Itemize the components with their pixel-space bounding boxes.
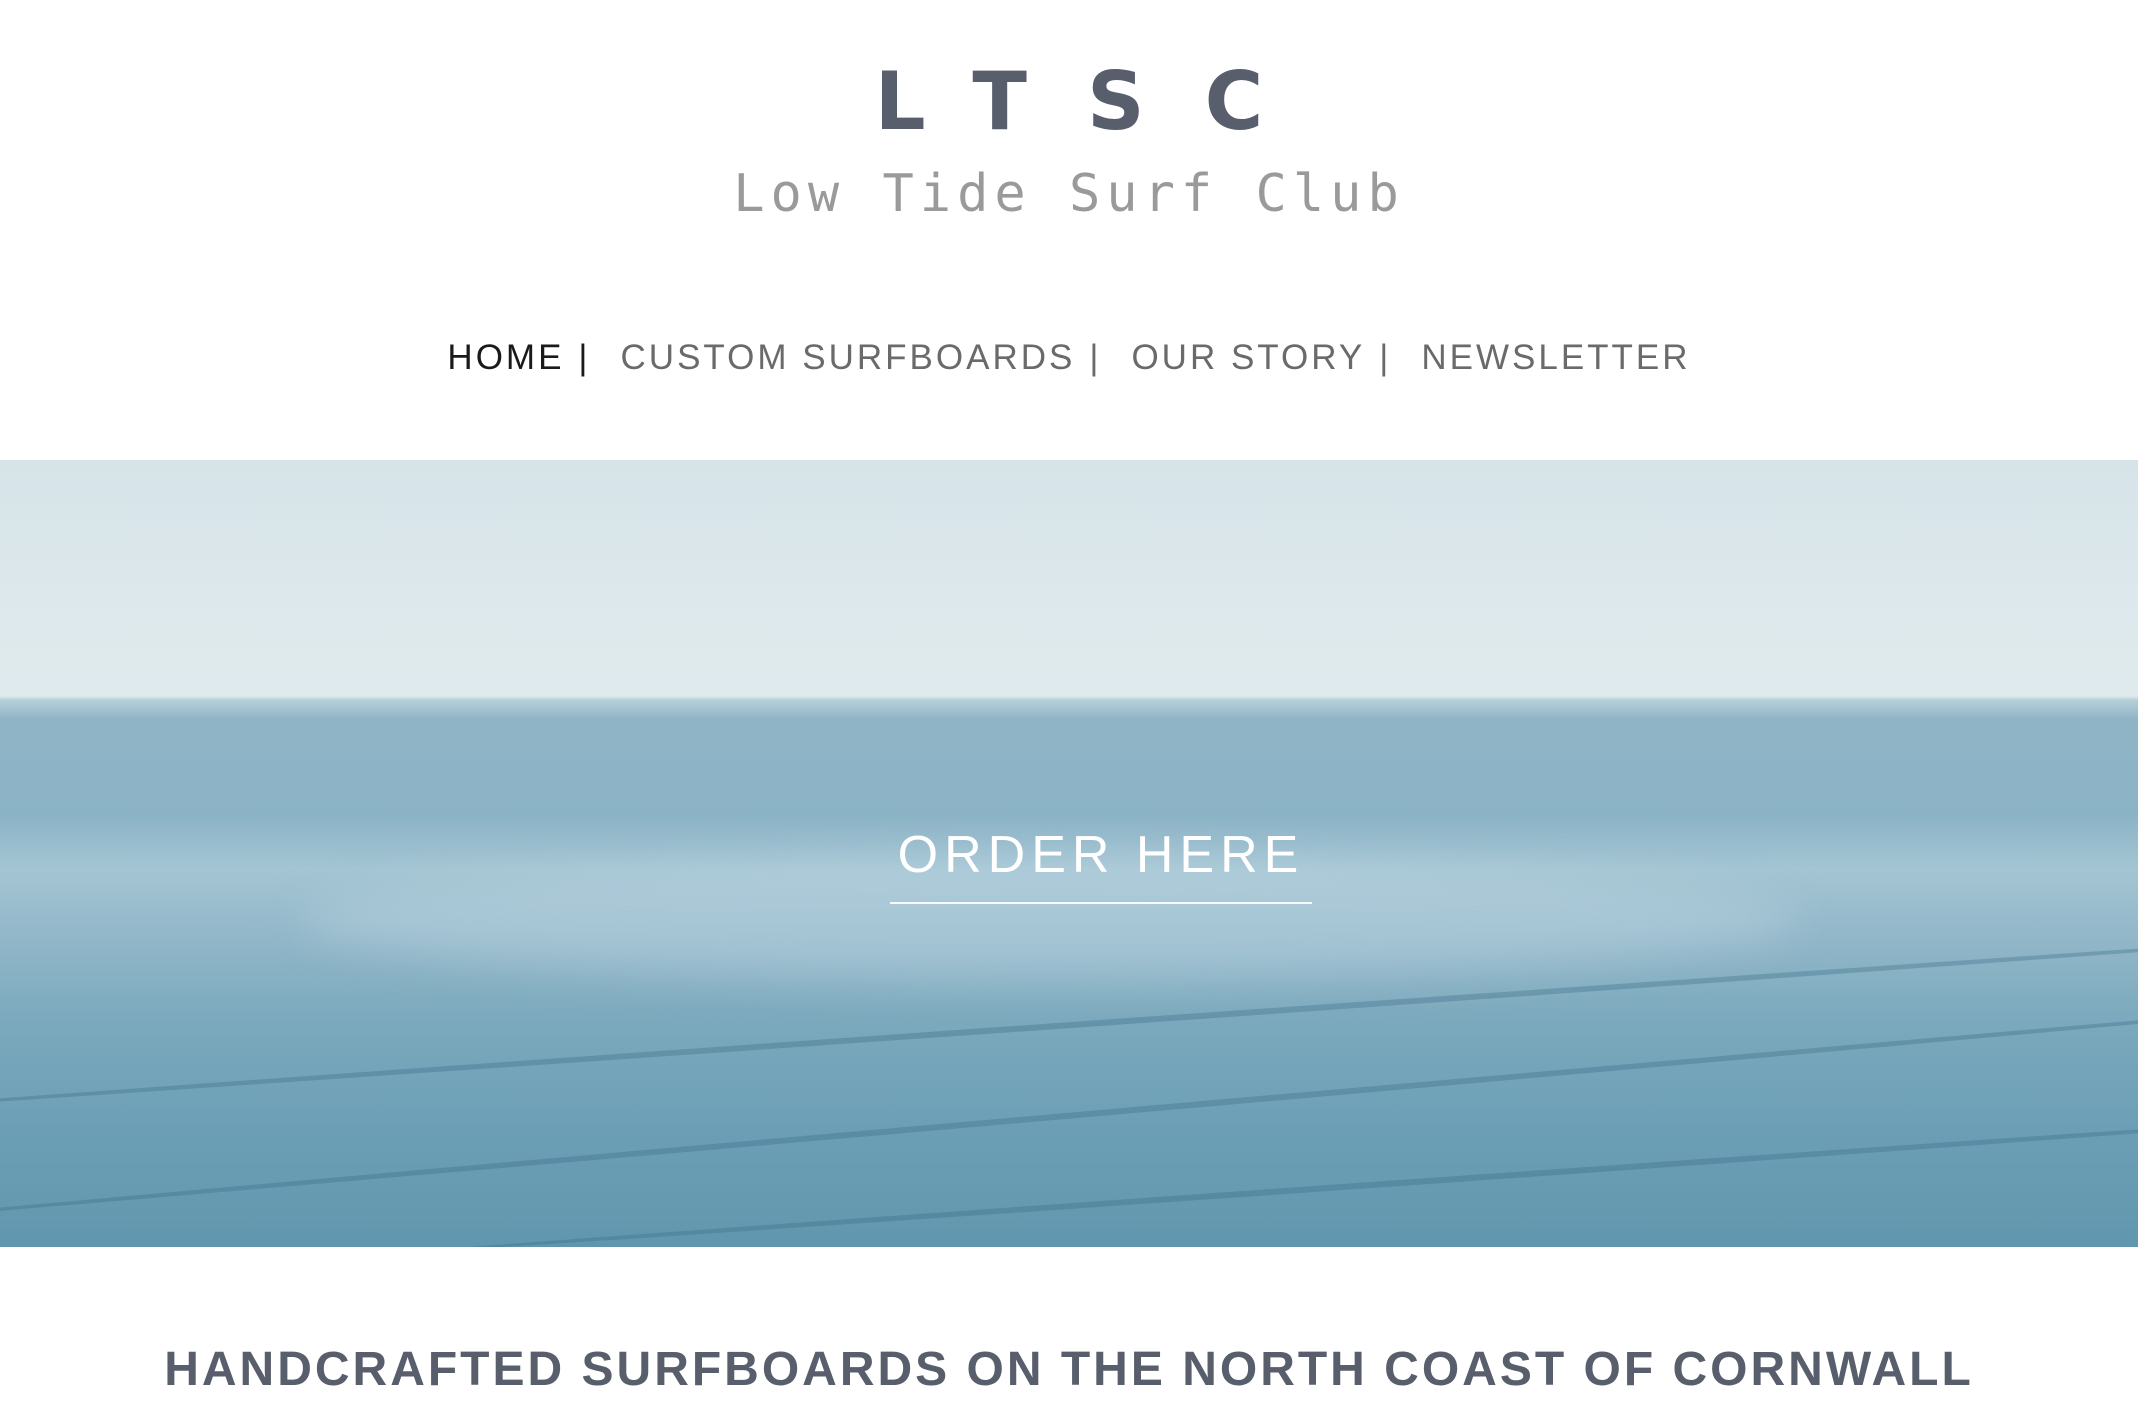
order-here-button[interactable]: ORDER HERE: [890, 820, 1312, 904]
site-tagline: Low Tide Surf Club: [733, 164, 1405, 224]
nav-separator: |: [1089, 338, 1102, 377]
site-logo[interactable]: LTSC: [0, 52, 2138, 152]
main-nav: HOME | CUSTOM SURFBOARDS | OUR STORY | N…: [0, 334, 2138, 382]
page-headline: HANDCRAFTED SURFBOARDS ON THE NORTH COAS…: [164, 1342, 1974, 1396]
wave-line: [0, 996, 2138, 1230]
nav-item-home[interactable]: HOME: [447, 334, 564, 382]
nav-item-custom-surfboards[interactable]: CUSTOM SURFBOARDS: [621, 334, 1076, 382]
nav-separator: |: [1379, 338, 1392, 377]
nav-item-our-story[interactable]: OUR STORY: [1131, 334, 1365, 382]
nav-separator: |: [578, 338, 591, 377]
site-header: LTSC Low Tide Surf Club HOME | CUSTOM SU…: [0, 0, 2138, 460]
wave-line: [402, 1110, 2138, 1247]
nav-item-newsletter[interactable]: NEWSLETTER: [1421, 334, 1690, 382]
